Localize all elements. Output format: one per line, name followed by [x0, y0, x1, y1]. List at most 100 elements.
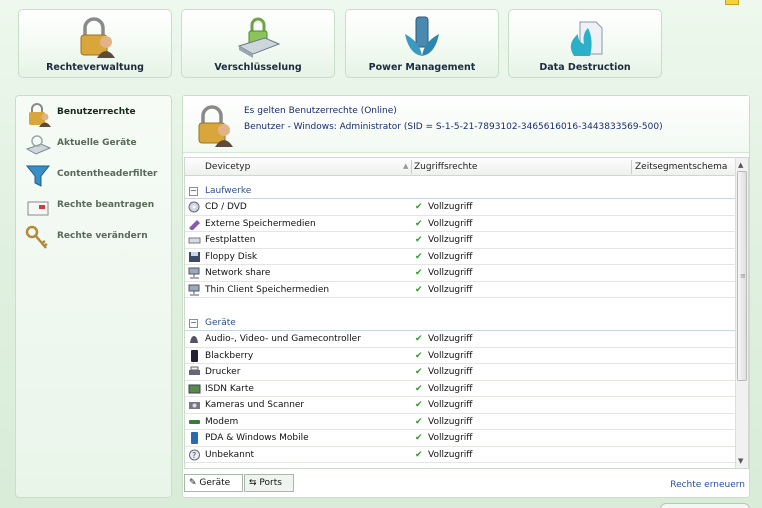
filter-icon: [25, 165, 51, 187]
status-indicator: [660, 503, 750, 508]
table-row[interactable]: Thin Client Speichermedien ✔ Vollzugriff: [185, 282, 737, 298]
device-name: PDA & Windows Mobile: [205, 433, 309, 443]
sidebar-item-rechte-beantragen[interactable]: Rechte beantragen: [22, 192, 170, 220]
keys-icon: [25, 225, 48, 249]
lock-user-icon: [198, 105, 233, 147]
phone-icon: [191, 349, 198, 362]
module-label: Rechteverwaltung: [46, 62, 144, 73]
table-row[interactable]: Kameras und Scanner ✔ Vollzugriff: [185, 397, 737, 414]
device-name: Externe Speichermedien: [205, 218, 316, 229]
collapse-icon[interactable]: −: [189, 187, 198, 196]
table-row[interactable]: Blackberry ✔ Vollzugriff: [185, 348, 737, 364]
vertical-scrollbar[interactable]: ▲ ≡ ▼: [735, 158, 748, 468]
device-name: CD / DVD: [205, 202, 247, 212]
check-icon: ✔: [415, 202, 423, 212]
rights-status-text: Es gelten Benutzerrechte (Online): [244, 106, 397, 116]
table-row[interactable]: ? Unbekannt ✔ Vollzugriff: [185, 447, 737, 463]
device-name: Festplatten: [205, 235, 256, 245]
check-icon: ✔: [415, 383, 423, 394]
device-name: Audio-, Video- und Gamecontroller: [205, 334, 361, 344]
access-right: Vollzugriff: [428, 416, 473, 427]
check-icon: ✔: [415, 416, 423, 427]
scroll-thumb[interactable]: ≡: [737, 171, 747, 381]
module-data-destruction-button[interactable]: Data Destruction: [508, 9, 662, 78]
document-flame-icon: [570, 21, 603, 56]
device-rights-grid: Devicetyp ▲ Zugriffsrechte Zeitsegmentsc…: [184, 157, 749, 469]
module-label: Verschlüsselung: [214, 62, 302, 73]
check-icon: ✔: [415, 400, 423, 410]
access-right: Vollzugriff: [428, 433, 473, 443]
lock-user-icon: [80, 17, 115, 58]
column-header-zugriffsrechte[interactable]: Zugriffsrechte: [414, 162, 477, 172]
lock-user-icon: [29, 103, 51, 127]
tab-geraete[interactable]: ✎ Geräte: [184, 474, 243, 492]
table-row[interactable]: PDA & Windows Mobile ✔ Vollzugriff: [185, 430, 737, 447]
check-icon: ✔: [415, 218, 423, 229]
access-right: Vollzugriff: [428, 235, 473, 245]
cd-icon: [188, 201, 200, 213]
main-panel: Es gelten Benutzerrechte (Online) Benutz…: [182, 95, 750, 498]
mail-icon: [27, 201, 49, 216]
sidebar-item-benutzerrechte[interactable]: Benutzerrechte: [22, 99, 170, 127]
table-row[interactable]: Modem ✔ Vollzugriff: [185, 414, 737, 430]
sidebar-item-label: Rechte beantragen: [57, 200, 155, 210]
device-icon: [25, 135, 52, 155]
sort-up-icon: ▲: [403, 162, 409, 170]
sidebar-item-label: Rechte verändern: [57, 231, 148, 241]
device-name: Drucker: [205, 367, 241, 377]
sidebar-item-aktuelle-geraete[interactable]: Aktuelle Geräte: [22, 130, 170, 158]
floppy-icon: [189, 251, 200, 262]
module-power-management-button[interactable]: Power Management: [345, 9, 499, 78]
power-leaf-icon: [405, 16, 439, 56]
scroll-down-icon[interactable]: ▼: [738, 457, 743, 465]
sidebar-item-label: Contentheaderfilter: [57, 169, 158, 179]
table-row[interactable]: Externe Speichermedien ✔ Vollzugriff: [185, 216, 737, 232]
table-row[interactable]: Festplatten ✔ Vollzugriff: [185, 232, 737, 249]
group-laufwerke[interactable]: − Laufwerke: [185, 177, 737, 199]
access-right: Vollzugriff: [428, 383, 473, 394]
grid-header: Devicetyp ▲ Zugriffsrechte Zeitsegmentsc…: [185, 158, 737, 176]
table-row[interactable]: Audio-, Video- und Gamecontroller ✔ Voll…: [185, 331, 737, 348]
group-title: Geräte: [205, 318, 236, 328]
notification-icon[interactable]: [725, 0, 739, 5]
rechte-erneuern-link[interactable]: Rechte erneuern: [670, 480, 745, 490]
tab-ports[interactable]: ⇆ Ports: [244, 474, 294, 492]
sidebar-item-rechte-veraendern[interactable]: Rechte verändern: [22, 223, 170, 251]
table-row[interactable]: Drucker ✔ Vollzugriff: [185, 364, 737, 381]
unknown-device-icon: ?: [189, 449, 200, 460]
check-icon: ✔: [415, 251, 423, 262]
harddisk-icon: [188, 237, 201, 244]
table-row[interactable]: Network share ✔ Vollzugriff: [185, 265, 737, 282]
check-icon: ✔: [415, 235, 423, 245]
pencil-icon: ✎: [189, 478, 197, 488]
table-row[interactable]: Floppy Disk ✔ Vollzugriff: [185, 249, 737, 265]
scroll-up-icon[interactable]: ▲: [738, 161, 743, 169]
column-header-zeitsegmentschema[interactable]: Zeitsegmentschema: [635, 162, 727, 172]
lock-drive-icon: [237, 17, 281, 58]
device-name: Network share: [205, 268, 271, 278]
access-right: Vollzugriff: [428, 350, 473, 361]
grid-rows: − Laufwerke CD / DVD ✔ Vollzugriff Exter…: [185, 177, 737, 463]
table-row[interactable]: CD / DVD ✔ Vollzugriff: [185, 199, 737, 216]
collapse-icon[interactable]: −: [189, 319, 198, 328]
svg-text:?: ?: [192, 451, 196, 460]
pda-icon: [191, 432, 198, 444]
gamepad-icon: [190, 336, 198, 343]
sidebar-item-contentheaderfilter[interactable]: Contentheaderfilter: [22, 161, 170, 189]
sidebar-item-label: Aktuelle Geräte: [57, 138, 137, 148]
module-rechteverwaltung-button[interactable]: Rechteverwaltung: [18, 9, 172, 78]
group-geraete[interactable]: − Geräte: [185, 309, 737, 331]
column-header-devicetyp[interactable]: Devicetyp: [205, 162, 250, 172]
access-right: Vollzugriff: [428, 284, 473, 295]
table-row[interactable]: ISDN Karte ✔ Vollzugriff: [185, 381, 737, 397]
network-icon: [188, 284, 200, 295]
check-icon: ✔: [415, 284, 423, 295]
device-name: Thin Client Speichermedien: [205, 284, 330, 295]
access-right: Vollzugriff: [428, 400, 473, 410]
device-name: Kameras und Scanner: [205, 400, 305, 410]
device-name: Blackberry: [205, 350, 254, 361]
module-label: Power Management: [368, 62, 476, 73]
access-right: Vollzugriff: [428, 367, 473, 377]
module-verschluesselung-button[interactable]: Verschlüsselung: [181, 9, 335, 78]
sidebar: Benutzerrechte Aktuelle Geräte Contenthe…: [15, 95, 172, 498]
